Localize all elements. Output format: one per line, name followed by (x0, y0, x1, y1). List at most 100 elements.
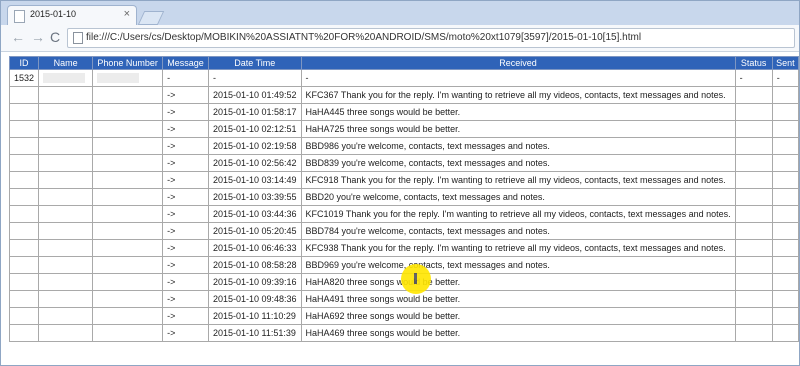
id-cell (8, 154, 40, 172)
message-cell: -> (162, 239, 209, 257)
column-header-sent[interactable]: Sent (771, 56, 800, 70)
sent-cell (771, 273, 800, 291)
received-cell: HaHA692 three songs would be better. (300, 307, 736, 325)
status-cell (734, 324, 773, 342)
close-icon[interactable]: × (124, 8, 130, 20)
message-cell: -> (162, 137, 209, 155)
column-header-message[interactable]: Message (162, 56, 209, 70)
new-tab-button[interactable] (137, 11, 165, 25)
name-cell (38, 256, 94, 274)
address-url[interactable]: file:///C:/Users/cs/Desktop/MOBIKIN%20AS… (86, 32, 641, 43)
table-row: -> 2015-01-10 06:46:33 KFC938 Thank you fo… (8, 239, 800, 257)
name-cell (38, 273, 94, 291)
table-row: -> 2015-01-10 01:49:52 KFC367 Thank you fo… (8, 86, 800, 104)
phone-cell (92, 103, 164, 121)
table-row: -> 2015-01-10 11:10:29 HaHA692 three songs… (8, 307, 800, 325)
table-row: -> 2015-01-10 05:20:45 BBD784 you're welco… (8, 222, 800, 240)
received-cell: BBD839 you're welcome, contacts, text me… (300, 154, 736, 172)
name-cell (38, 307, 94, 325)
phone-cell (92, 290, 164, 308)
datetime-cell: 2015-01-10 09:39:16 (207, 273, 302, 291)
table-row: -> 2015-01-10 09:48:36 HaHA491 three songs… (8, 290, 800, 308)
status-cell (734, 273, 773, 291)
received-cell: KFC918 Thank you for the reply. I'm want… (300, 171, 736, 189)
forward-arrow-icon[interactable]: → (31, 29, 45, 45)
column-header-status[interactable]: Status (734, 56, 773, 70)
back-arrow-icon[interactable]: ← (11, 29, 25, 45)
phone-cell (92, 154, 164, 172)
sent-cell: - (771, 69, 800, 87)
message-cell: -> (162, 256, 209, 274)
browser-tab[interactable]: 2015-01-10 × (7, 5, 137, 26)
status-cell (734, 154, 773, 172)
message-cell: -> (162, 86, 209, 104)
table-row: -> 2015-01-10 11:51:39 HaHA469 three songs… (8, 324, 800, 342)
phone-cell (92, 69, 164, 87)
received-cell: BBD784 you're welcome, contacts, text me… (300, 222, 736, 240)
received-cell: HaHA725 three songs would be better. (300, 120, 736, 138)
column-header-date-time[interactable]: Date Time (207, 56, 302, 70)
browser-window: 2015-01-10 × ← → C file:///C:/Users/cs/D… (0, 0, 800, 366)
id-cell (8, 324, 40, 342)
received-cell: HaHA820 three songs would be better. (300, 273, 736, 291)
name-cell (38, 103, 94, 121)
phone-cell (92, 120, 164, 138)
name-cell (38, 69, 94, 87)
sent-cell (771, 137, 800, 155)
message-cell: -> (162, 120, 209, 138)
tab-title: 2015-01-10 (30, 9, 77, 19)
redacted-phone (97, 73, 140, 84)
message-cell: -> (162, 222, 209, 240)
id-cell (8, 205, 40, 223)
message-cell: -> (162, 273, 209, 291)
status-cell (734, 86, 773, 104)
phone-cell (92, 222, 164, 240)
datetime-cell: 2015-01-10 03:39:55 (207, 188, 302, 206)
status-cell (734, 137, 773, 155)
status-cell (734, 171, 773, 189)
sent-cell (771, 256, 800, 274)
sent-cell (771, 188, 800, 206)
id-cell (8, 188, 40, 206)
column-header-phone-number[interactable]: Phone Number (92, 56, 164, 70)
sent-cell (771, 205, 800, 223)
datetime-cell: - (207, 69, 302, 87)
browser-toolbar: ← → C file:///C:/Users/cs/Desktop/MOBIKI… (1, 25, 799, 52)
datetime-cell: 2015-01-10 06:46:33 (207, 239, 302, 257)
sent-cell (771, 222, 800, 240)
datetime-cell: 2015-01-10 02:12:51 (207, 120, 302, 138)
phone-cell (92, 171, 164, 189)
column-header-id[interactable]: ID (8, 56, 40, 70)
message-cell: -> (162, 307, 209, 325)
received-cell: KFC1019 Thank you for the reply. I'm wan… (300, 205, 736, 223)
received-cell: HaHA469 three songs would be better. (300, 324, 736, 342)
datetime-cell: 2015-01-10 11:51:39 (207, 324, 302, 342)
status-cell (734, 290, 773, 308)
status-cell (734, 222, 773, 240)
column-header-name[interactable]: Name (38, 56, 94, 70)
received-cell: KFC938 Thank you for the reply. I'm want… (300, 239, 736, 257)
table-row: -> 2015-01-10 02:56:42 BBD839 you're welco… (8, 154, 800, 172)
table-header-row: ID Name Phone Number Message Date Time R… (8, 56, 800, 70)
id-cell (8, 273, 40, 291)
address-bar[interactable]: file:///C:/Users/cs/Desktop/MOBIKIN%20AS… (67, 28, 795, 48)
sent-cell (771, 290, 800, 308)
sent-cell (771, 324, 800, 342)
sent-cell (771, 86, 800, 104)
reload-icon[interactable]: C (50, 29, 60, 45)
sent-cell (771, 239, 800, 257)
mouse-cursor-highlight (401, 264, 431, 294)
sent-cell (771, 103, 800, 121)
status-cell: - (734, 69, 773, 87)
document-icon (73, 32, 83, 44)
column-header-received[interactable]: Received (300, 56, 736, 70)
status-cell (734, 103, 773, 121)
id-cell (8, 307, 40, 325)
status-cell (734, 120, 773, 138)
table-row: -> 2015-01-10 03:39:55 BBD20 you're welcom… (8, 188, 800, 206)
id-cell (8, 103, 40, 121)
received-cell: BBD20 you're welcome, contacts, text mes… (300, 188, 736, 206)
name-cell (38, 239, 94, 257)
table-row: -> 2015-01-10 03:14:49 KFC918 Thank you fo… (8, 171, 800, 189)
status-cell (734, 188, 773, 206)
